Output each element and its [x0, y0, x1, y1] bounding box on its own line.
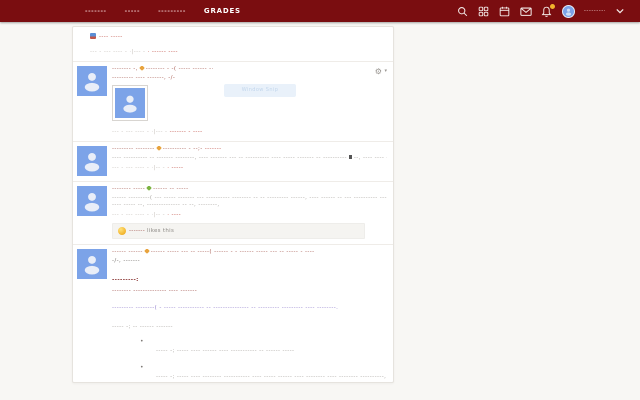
- post-body-text: --, ---- ---- -------- ------ ---- --- -…: [353, 154, 387, 161]
- feed-post-short: --------- -------- ---------- - --;- ----…: [73, 140, 393, 181]
- post-author-avatar[interactable]: [77, 65, 107, 96]
- post-title: ---------- - --;-: [162, 145, 203, 152]
- nav-item-2[interactable]: -----: [125, 8, 140, 15]
- attachment-icon: [90, 33, 96, 39]
- nav-item-grades[interactable]: GRADES: [204, 7, 241, 15]
- post-title: ------ -- -----: [153, 185, 189, 192]
- post-footer-link[interactable]: ------- - ----: [170, 129, 203, 135]
- chevron-down-icon[interactable]: [615, 5, 624, 17]
- post-actions[interactable]: --- - --- ---- - ·|--- -: [90, 49, 148, 55]
- bullet-item: • ----- -; ----- ---- -------- ---------…: [140, 365, 387, 381]
- user-name[interactable]: --------·: [584, 8, 606, 14]
- post-actions[interactable]: --- - --- ---- - ·|-- -: [112, 212, 167, 218]
- nav-item-3[interactable]: ---------: [158, 8, 186, 15]
- user-avatar[interactable]: [561, 4, 575, 18]
- bullet-text: ----- -; ----- ---- ------ ---- --------…: [156, 347, 295, 354]
- post-actions[interactable]: --- - --- ---- - ·|--- -: [112, 129, 170, 135]
- calendar-icon[interactable]: [499, 5, 511, 17]
- primary-nav: ------- ----- --------- GRADES: [0, 7, 241, 15]
- likes-this-text: likes this: [145, 227, 175, 234]
- post-body-text: ------ ---------( --- ----- ------- --- …: [112, 194, 387, 201]
- liker-name[interactable]: -------: [129, 228, 145, 234]
- post-footer-link[interactable]: · ------ ----: [148, 49, 178, 55]
- notifications-bell-icon[interactable]: [541, 3, 556, 17]
- post-title: ------ ----- --- -- -----( ------ - - --…: [150, 248, 315, 255]
- post-footer-link[interactable]: · ----: [167, 212, 181, 218]
- salutation-text: ---------:: [112, 276, 139, 283]
- apps-grid-icon[interactable]: [478, 5, 490, 17]
- award-icon: [138, 65, 145, 71]
- post-author-avatar[interactable]: [77, 185, 107, 216]
- thumbnail-person-icon: [115, 87, 145, 118]
- post-author-avatar[interactable]: [77, 248, 107, 279]
- post-author-avatar[interactable]: [77, 145, 107, 176]
- post-body-text: ---- ----- --, -------------- -- --, ---…: [112, 201, 220, 208]
- post-actions[interactable]: --- - --- ---- - ·|-- -: [112, 165, 167, 171]
- award-icon: [155, 145, 162, 151]
- bullet-icon: •: [140, 364, 144, 371]
- post-author-name[interactable]: --------- --------: [112, 146, 155, 152]
- notification-badge: [548, 3, 556, 10]
- smiley-emoji-icon: [118, 226, 126, 235]
- post-author-name[interactable]: -------- -,: [112, 66, 138, 72]
- list-intro-text: ----- -; -- ------ -------: [112, 323, 173, 330]
- post-body-text: ---- ---------- -- ------- --------, ---…: [112, 154, 347, 161]
- post-author-name[interactable]: -------- -----: [112, 186, 145, 192]
- bullet-icon: •: [140, 338, 144, 345]
- topbar-actions: --------·: [457, 3, 640, 18]
- post-footer-link[interactable]: · -----: [167, 165, 183, 171]
- status-icon: [146, 185, 152, 191]
- feed-post-liked: -------- ----- ------ -- ----- ------ ---…: [73, 180, 393, 244]
- top-navigation-bar: ------- ----- --------- GRADES --------·: [0, 0, 640, 22]
- feed-post-image: ⚙ ▾ -------- -, -------- - -( ----- -----…: [73, 60, 393, 141]
- window-snip-overlay: Window Snip: [224, 83, 296, 97]
- bullet-item: • ----- -; ----- ---- ------ ---- ------…: [140, 339, 387, 355]
- feed-post-partial: ---- ----- --- - --- ---- - ·|--- - · --…: [73, 27, 393, 61]
- post-subtitle: -/-, -------: [112, 257, 141, 264]
- announcement-link[interactable]: --------- --------( - ----- ----------- …: [112, 305, 338, 311]
- feed-post-announcement: ------ ------ ------ ----- --- -- -----( …: [73, 243, 393, 383]
- inline-emoji-icon: [348, 154, 352, 159]
- award-icon: [143, 248, 150, 254]
- search-icon[interactable]: [457, 5, 469, 17]
- post-title-link[interactable]: -------: [205, 146, 222, 152]
- post-subtitle: --------- ---- -------, -/-: [112, 74, 176, 81]
- announcement-line: -------- -------------- ---- -------: [112, 287, 198, 294]
- activity-feed: ---- ----- --- - --- ---- - ·|--- - · --…: [72, 26, 394, 383]
- post-author-name[interactable]: ------ ------: [112, 249, 143, 255]
- post-image-thumbnail[interactable]: [112, 84, 148, 121]
- mail-icon[interactable]: [520, 5, 532, 17]
- likes-summary-bar: ------- likes this: [112, 222, 365, 239]
- attachment-link[interactable]: ---- -----: [99, 34, 123, 40]
- nav-item-1[interactable]: -------: [85, 8, 107, 15]
- post-title: -------- - -( ----- ------ -·: [145, 65, 214, 72]
- bullet-text: ----- -; ----- ---- -------- -----------…: [156, 373, 387, 380]
